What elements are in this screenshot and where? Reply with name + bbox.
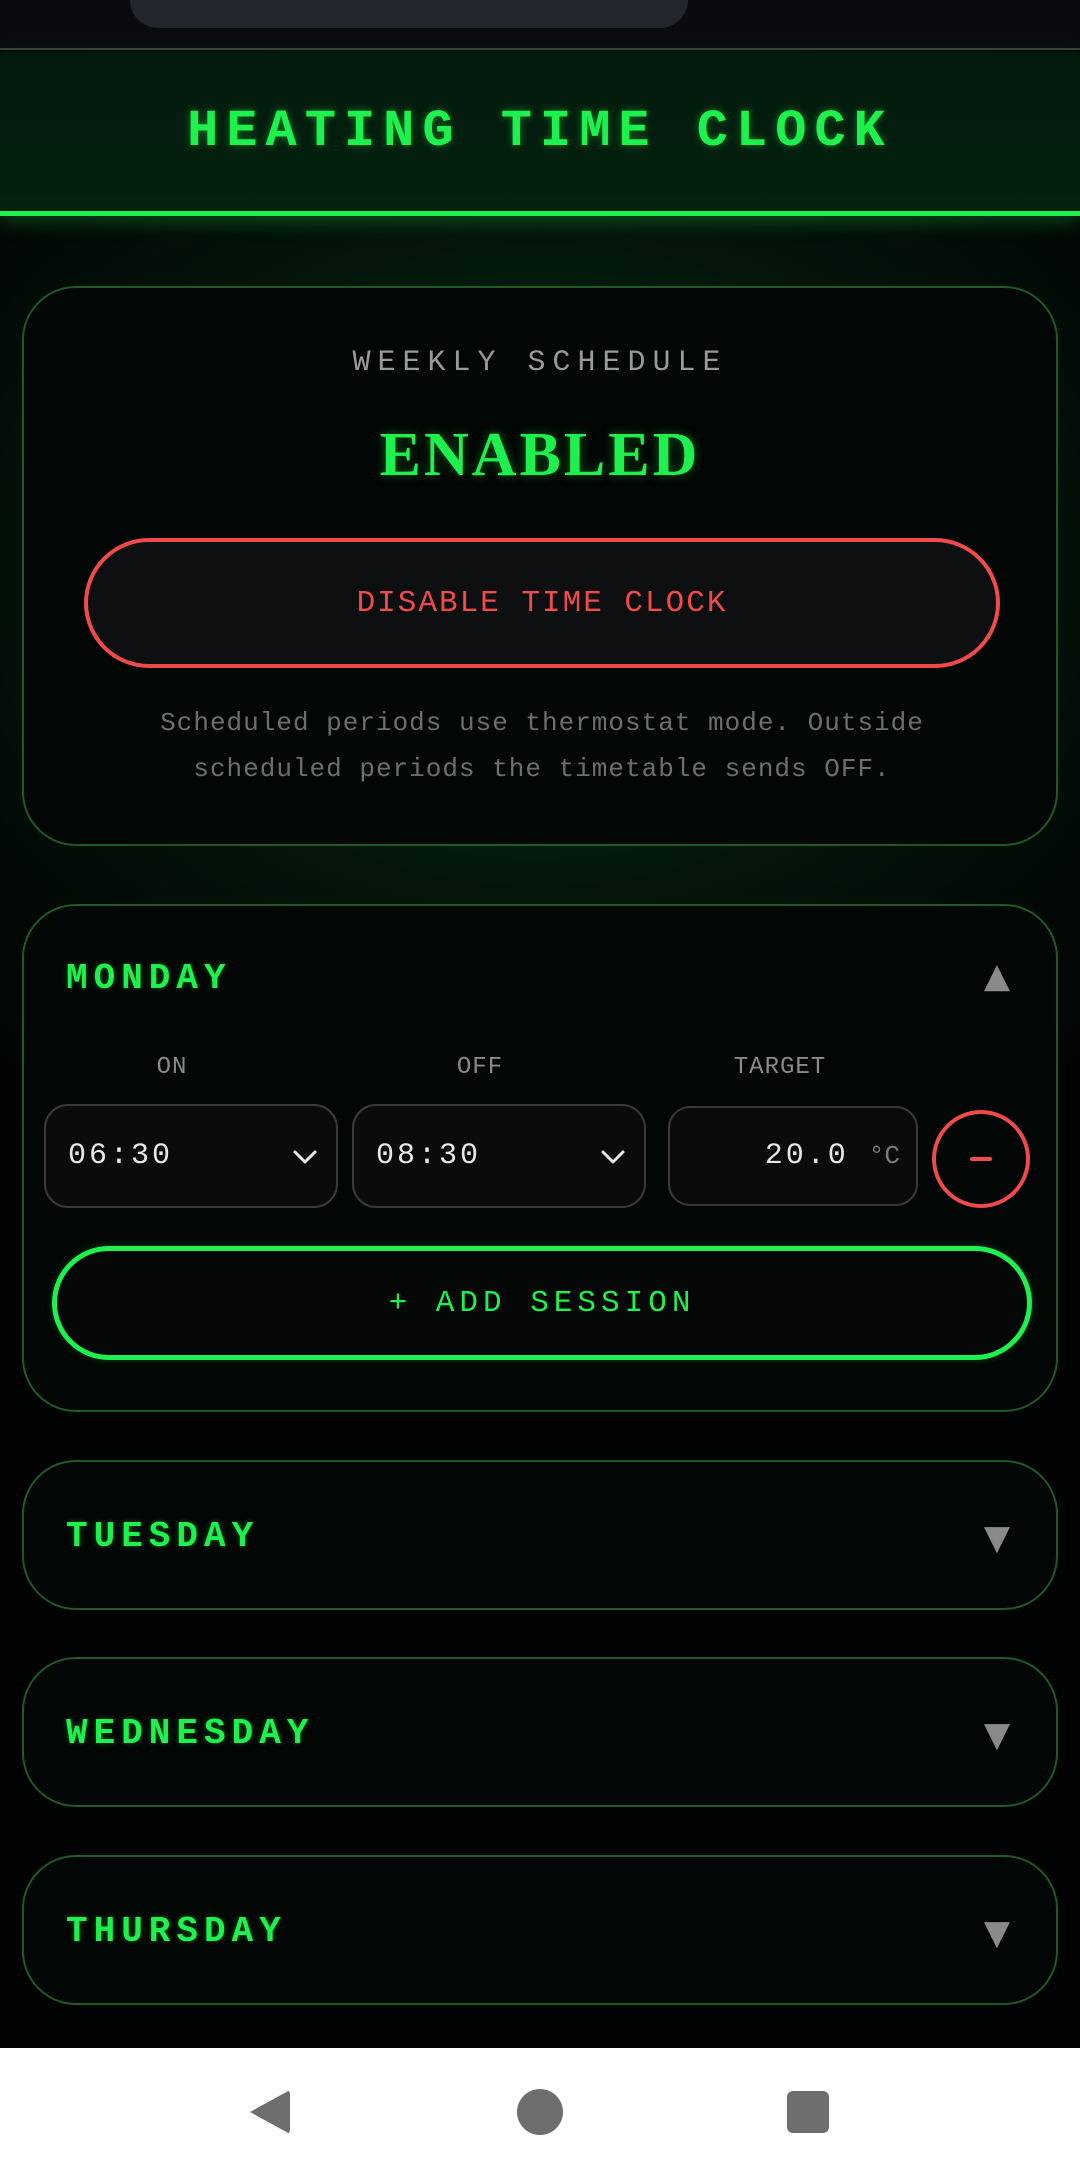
temperature-unit: °C	[868, 1141, 900, 1171]
schedule-status: ENABLED	[379, 421, 701, 489]
back-triangle-icon[interactable]	[250, 2090, 290, 2134]
day-title-monday[interactable]: MONDAY	[66, 958, 232, 999]
home-circle-icon[interactable]	[517, 2089, 563, 2135]
column-label-off: OFF	[456, 1054, 504, 1081]
day-card-thursday[interactable]: THURSDAY ▼	[22, 1855, 1058, 2005]
minus-icon	[970, 1157, 992, 1161]
off-time-select[interactable]: 08:30	[352, 1104, 646, 1208]
chevron-down-icon[interactable]: ▼	[984, 1715, 1010, 1755]
day-card-wednesday[interactable]: WEDNESDAY ▼	[22, 1657, 1058, 1807]
day-title-thursday: THURSDAY	[66, 1911, 287, 1952]
app-header: HEATING TIME CLOCK	[0, 52, 1080, 216]
status-bar	[0, 0, 1080, 50]
on-time-select[interactable]: 06:30	[44, 1104, 338, 1208]
camera-notch	[130, 0, 688, 28]
off-time-value: 08:30	[376, 1139, 482, 1173]
target-temperature-input[interactable]: 20.0 °C	[668, 1106, 918, 1206]
weekly-schedule-card: WEEKLY SCHEDULE ENABLED DISABLE TIME CLO…	[22, 286, 1058, 846]
schedule-note: Scheduled periods use thermostat mode. O…	[160, 708, 924, 784]
day-title-wednesday: WEDNESDAY	[66, 1713, 315, 1754]
on-time-value: 06:30	[68, 1139, 174, 1173]
target-temperature-value: 20.0	[764, 1139, 849, 1173]
remove-session-button[interactable]	[932, 1110, 1030, 1208]
chevron-up-icon[interactable]: ▲	[984, 956, 1010, 996]
page-title: HEATING TIME CLOCK	[187, 102, 893, 161]
disable-time-clock-button[interactable]: DISABLE TIME CLOCK	[84, 538, 1000, 668]
column-label-target: TARGET	[733, 1054, 827, 1081]
app-screen: HEATING TIME CLOCK WEEKLY SCHEDULE ENABL…	[0, 0, 1080, 2174]
column-label-on: ON	[156, 1054, 188, 1081]
recents-square-icon[interactable]	[787, 2091, 829, 2133]
chevron-down-icon	[293, 1150, 317, 1164]
add-session-button[interactable]: + ADD SESSION	[52, 1246, 1032, 1360]
chevron-down-icon[interactable]: ▼	[984, 1518, 1010, 1558]
chevron-down-icon	[601, 1150, 625, 1164]
schedule-label: WEEKLY SCHEDULE	[352, 346, 728, 380]
day-card-tuesday[interactable]: TUESDAY ▼	[22, 1460, 1058, 1610]
system-navigation-bar	[0, 2048, 1080, 2174]
day-title-tuesday: TUESDAY	[66, 1516, 260, 1557]
day-card-monday: MONDAY ▲ ON OFF TARGET 06:30 08:30 20.0 …	[22, 904, 1058, 1412]
chevron-down-icon[interactable]: ▼	[984, 1913, 1010, 1953]
